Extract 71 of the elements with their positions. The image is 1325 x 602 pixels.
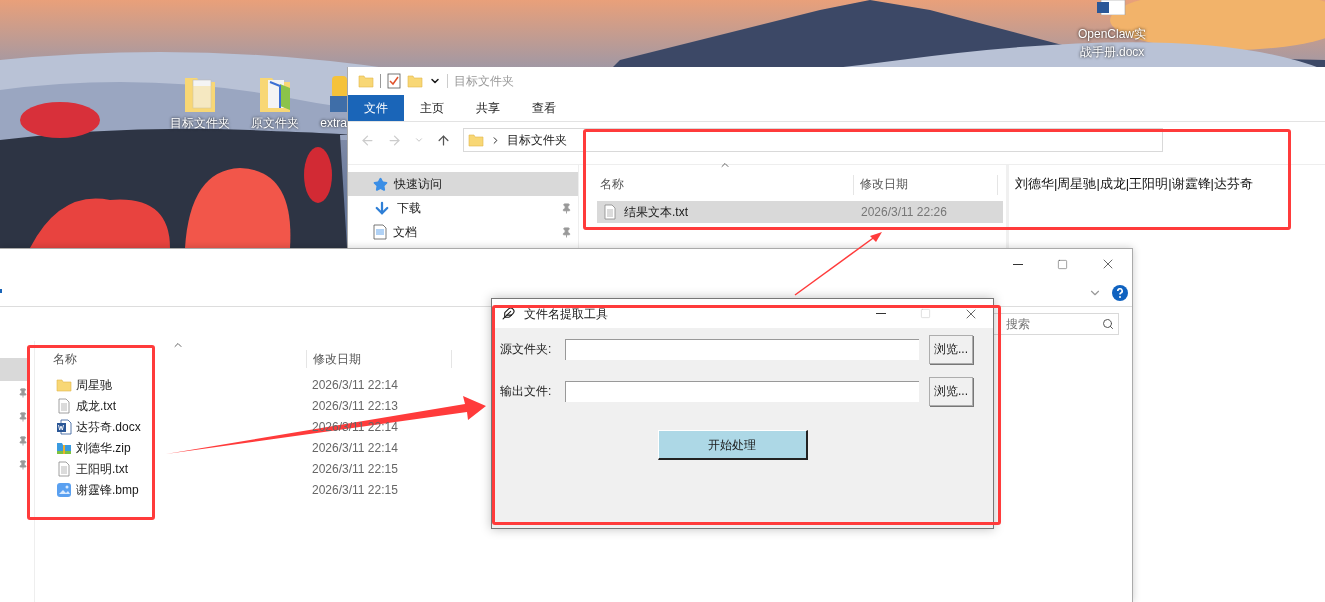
path-field[interactable]: [565, 338, 919, 360]
field-label: 输出文件:: [500, 383, 553, 400]
file-name: 刘德华.zip: [76, 439, 131, 457]
pin-icon: [561, 202, 572, 214]
file-name: 周星驰: [76, 376, 112, 394]
breadcrumb[interactable]: 目标文件夹: [507, 131, 567, 149]
ribbon-tab[interactable]: 查看: [516, 95, 572, 121]
file-name: 谢霆锋.bmp: [76, 481, 139, 499]
path-field[interactable]: [565, 380, 919, 402]
preview-text: 刘德华|周星驰|成龙|王阳明|谢霆锋|达芬奇: [1015, 176, 1253, 191]
file-date: 2026/3/11 22:14: [312, 376, 398, 394]
file-name: 王阳明.txt: [76, 460, 128, 478]
minimize-icon: [1012, 263, 1023, 265]
pin-icon: [561, 226, 572, 238]
properties-icon[interactable]: [387, 73, 401, 89]
window-title: 文件名提取工具: [524, 305, 609, 323]
pin-icon: [18, 388, 28, 398]
text-file-icon: [56, 460, 72, 477]
pin-icon: [18, 460, 28, 470]
file-date: 2026/3/11 22:26: [861, 204, 947, 221]
window-title: 目标文件夹: [454, 73, 514, 90]
image-file-icon: [56, 481, 72, 498]
up-icon[interactable]: [436, 132, 451, 148]
back-icon[interactable]: [360, 132, 375, 148]
ribbon-tab[interactable]: 文件: [348, 95, 404, 121]
navigation-label: 文档: [393, 224, 418, 241]
navigation-item[interactable]: 下载: [348, 196, 578, 220]
minimize-icon: [875, 313, 886, 314]
recent-locations-icon[interactable]: [414, 135, 424, 145]
search-icon: [1102, 318, 1114, 330]
file-row[interactable]: 结果文本.txt 2026/3/11 22:26: [597, 201, 1003, 223]
file-date: 2026/3/11 22:15: [312, 481, 398, 499]
folder-icon: [407, 73, 423, 89]
browse-button[interactable]: 浏览...: [929, 376, 973, 406]
maximize-icon: [920, 308, 931, 319]
column-header[interactable]: 修改日期: [854, 175, 998, 195]
forward-icon[interactable]: [387, 132, 402, 148]
column-header[interactable]: 修改日期: [307, 350, 452, 368]
text-file-icon: [56, 397, 72, 414]
maximize-icon: [1057, 258, 1068, 270]
navigation-label: 下载: [397, 200, 422, 217]
text-file-icon: [602, 204, 618, 220]
feather-icon: [502, 307, 515, 320]
column-header[interactable]: 名称: [597, 175, 854, 195]
file-name: 结果文本.txt: [624, 204, 688, 221]
field-label: 源文件夹:: [500, 341, 553, 358]
folder-icon: [468, 132, 484, 148]
document-icon: [373, 224, 387, 240]
navigation-item[interactable]: 快速访问: [348, 172, 578, 196]
column-header[interactable]: 名称: [51, 350, 307, 368]
navigation-label: 快速访问: [394, 176, 443, 193]
word-document-icon: [56, 418, 72, 435]
help-icon[interactable]: [1112, 284, 1128, 301]
start-button[interactable]: 开始处理: [657, 430, 808, 460]
ribbon-tab[interactable]: 共享: [460, 95, 516, 121]
address-bar[interactable]: 目标文件夹: [463, 128, 1163, 152]
file-date: 2026/3/11 22:15: [312, 460, 398, 478]
star-icon: [373, 176, 388, 192]
file-date: 2026/3/11 22:13: [312, 397, 398, 415]
download-icon: [373, 199, 391, 217]
ribbon-tab[interactable]: 主页: [404, 95, 460, 121]
file-date: 2026/3/11 22:14: [312, 439, 398, 457]
browse-button[interactable]: 浏览...: [929, 334, 973, 364]
pin-icon: [18, 412, 28, 422]
document-icon: [1097, 0, 1127, 15]
folder-icon: [358, 73, 374, 89]
file-name: 达芬奇.docx: [76, 418, 141, 436]
pin-icon: [18, 436, 28, 446]
file-name: 成龙.txt: [76, 397, 116, 415]
navigation-item[interactable]: 文档: [348, 220, 578, 244]
folder-icon: [56, 376, 72, 393]
